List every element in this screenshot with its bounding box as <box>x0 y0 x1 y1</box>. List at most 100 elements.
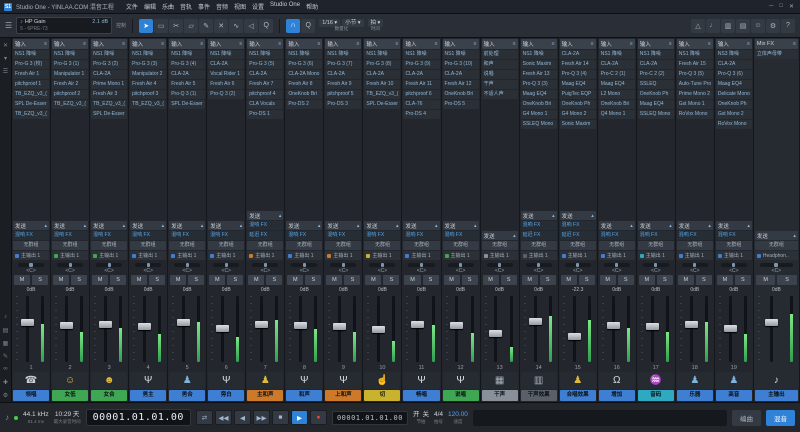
control-link-display[interactable]: ♪ HP Gain 2.1 dB 5 - 6PRE-73 <box>16 17 112 34</box>
bend-tool[interactable]: ∿ <box>229 19 243 33</box>
insert-slot[interactable]: SPL De-Esser <box>169 100 205 109</box>
fader-cap[interactable] <box>724 325 737 332</box>
output-select[interactable]: 主输出 1 <box>286 251 322 260</box>
pan-slider[interactable] <box>682 263 708 267</box>
mute-button[interactable]: M <box>404 275 420 285</box>
expand-icon[interactable]: ≡ <box>239 41 242 47</box>
insert-slot[interactable]: Pro-G 3 (4) <box>169 60 205 69</box>
expand-icon[interactable]: ≡ <box>44 41 47 47</box>
insert-slot[interactable]: OneKnob Bri <box>443 90 479 99</box>
insert-slot[interactable]: Pro-G 3 (校) <box>13 60 49 69</box>
insert-slot[interactable]: 前处理 <box>482 50 518 59</box>
mute-button[interactable]: M <box>483 275 499 285</box>
input-section-header[interactable]: 输入 ≡ <box>208 39 244 49</box>
sends-section-header[interactable]: 发送 ▴ <box>208 221 244 230</box>
group-assign[interactable]: 无群组 <box>677 241 713 250</box>
input-section-header[interactable]: 输入 ≡ <box>13 39 49 49</box>
add-send-icon[interactable]: ▴ <box>630 223 633 229</box>
pan-handle[interactable] <box>537 263 540 267</box>
volume-fader[interactable] <box>718 294 750 364</box>
insert-slot[interactable]: Sonic Maxim <box>560 120 596 129</box>
pan-slider[interactable] <box>57 263 83 267</box>
insert-slot[interactable]: Pro-Q 3 (3) <box>521 80 557 89</box>
sends-section-header[interactable]: 发送 ▴ <box>521 211 557 220</box>
minimize-button[interactable]: ─ <box>769 3 773 10</box>
output-select[interactable]: 主输出 1 <box>208 251 244 260</box>
external-icon[interactable]: ♪ <box>1 312 11 322</box>
insert-slot[interactable]: 干声 <box>482 80 518 89</box>
mic-icon[interactable]: Ψ <box>403 372 439 389</box>
send-slot[interactable]: 混响 FX <box>13 231 49 240</box>
pan-handle[interactable] <box>381 263 384 267</box>
pan-slider[interactable] <box>213 263 239 267</box>
expand-icon[interactable]: ≡ <box>435 41 438 47</box>
insert-slot[interactable]: Pro-DS 5 <box>443 100 479 109</box>
pan-handle[interactable] <box>459 263 462 267</box>
main-time-display[interactable]: 00001.01.01.00 <box>86 409 191 426</box>
insert-slot[interactable]: Pro-G 3 (1) <box>52 60 88 69</box>
speaker-icon[interactable]: ♪ <box>755 372 798 389</box>
pan-slider[interactable] <box>408 263 434 267</box>
insert-slot[interactable]: Q4 Mono 1 <box>599 110 635 119</box>
volume-fader[interactable] <box>445 294 477 364</box>
input-section-header[interactable]: 输入 ≡ <box>599 39 635 49</box>
input-section-header[interactable]: 输入 ≡ <box>482 39 518 49</box>
fx-icon[interactable]: ✎ <box>1 351 11 361</box>
menu-item[interactable]: 文件 <box>126 2 138 11</box>
group-assign[interactable]: 无群组 <box>716 241 752 250</box>
send-slot[interactable]: 混响 FX <box>521 221 557 230</box>
output-select[interactable]: 主输出 1 <box>443 251 479 260</box>
loop-button[interactable]: ⇄ <box>196 410 213 425</box>
pan-slider[interactable] <box>643 263 669 267</box>
pan-handle[interactable] <box>264 263 267 267</box>
group-assign[interactable]: 无群组 <box>286 241 322 250</box>
menu-item[interactable]: 设置 <box>252 2 264 11</box>
insert-slot[interactable]: NS1 降噪 <box>638 50 674 59</box>
time-signature[interactable]: 4/4 <box>434 411 443 419</box>
sends-section-header[interactable]: 发送 ▴ <box>677 221 713 230</box>
sends-section-header[interactable]: 发送 ▴ <box>403 221 439 230</box>
send-slot[interactable]: 混响 FX <box>677 231 713 240</box>
insert-slot[interactable]: OneKnob Bri <box>521 100 557 109</box>
channel-name[interactable]: 主输出 <box>755 390 798 401</box>
settings-icon[interactable]: ⚙ <box>766 19 780 33</box>
insert-slot[interactable]: CLA Vocals <box>247 100 283 109</box>
pan-handle[interactable] <box>615 263 618 267</box>
insert-slot[interactable]: Fresh Air 12 <box>443 80 479 89</box>
input-section-header[interactable]: 输入 ≡ <box>443 39 479 49</box>
paint-tool[interactable]: ✎ <box>199 19 213 33</box>
fader-cap[interactable] <box>177 319 190 326</box>
pan-handle[interactable] <box>225 263 228 267</box>
input-section-header[interactable]: 输入 ≡ <box>52 39 88 49</box>
send-slot[interactable]: 混响 FX <box>130 231 166 240</box>
volume-fader[interactable] <box>366 294 398 364</box>
insert-slot[interactable]: pitchproof 2 <box>52 90 88 99</box>
group-assign[interactable]: 无群组 <box>169 241 205 250</box>
insert-slot[interactable]: NS1 降噪 <box>599 50 635 59</box>
solo-button[interactable]: S <box>657 275 673 285</box>
channel-name[interactable]: 男主 <box>130 390 166 401</box>
mic-icon[interactable]: Ψ <box>286 372 322 389</box>
output-select[interactable]: 主输出 1 <box>130 251 166 260</box>
insert-slot[interactable]: Sonic Maxim <box>521 60 557 69</box>
pan-slider[interactable] <box>252 263 278 267</box>
send-slot[interactable]: 混响 FX <box>403 231 439 240</box>
send-slot[interactable]: 混响 FX <box>716 231 752 240</box>
volume-fader[interactable] <box>132 294 164 364</box>
insert-slot[interactable]: TB_EZQ_v3_( <box>52 100 88 109</box>
mute-button[interactable]: M <box>365 275 381 285</box>
insert-slot[interactable]: Fresh Air 5 <box>169 80 205 89</box>
smiley-icon[interactable]: ☺ <box>52 372 88 389</box>
sends-section-header[interactable]: 发送 ▴ <box>286 221 322 230</box>
insert-slot[interactable]: NS1 降噪 <box>403 50 439 59</box>
menu-item[interactable]: 编辑 <box>144 2 156 11</box>
insert-slot[interactable]: Fresh Air 1 <box>13 70 49 79</box>
fader-cap[interactable] <box>685 321 698 328</box>
fader-cap[interactable] <box>607 322 620 329</box>
add-send-icon[interactable]: ▴ <box>435 223 438 229</box>
insert-slot[interactable]: G4 Mono 1 <box>521 110 557 119</box>
fader-cap[interactable] <box>60 322 73 329</box>
insert-slot[interactable]: CLA-2A <box>443 70 479 79</box>
output-select[interactable]: 主输出 1 <box>403 251 439 260</box>
mic-icon[interactable]: Ψ <box>325 372 361 389</box>
